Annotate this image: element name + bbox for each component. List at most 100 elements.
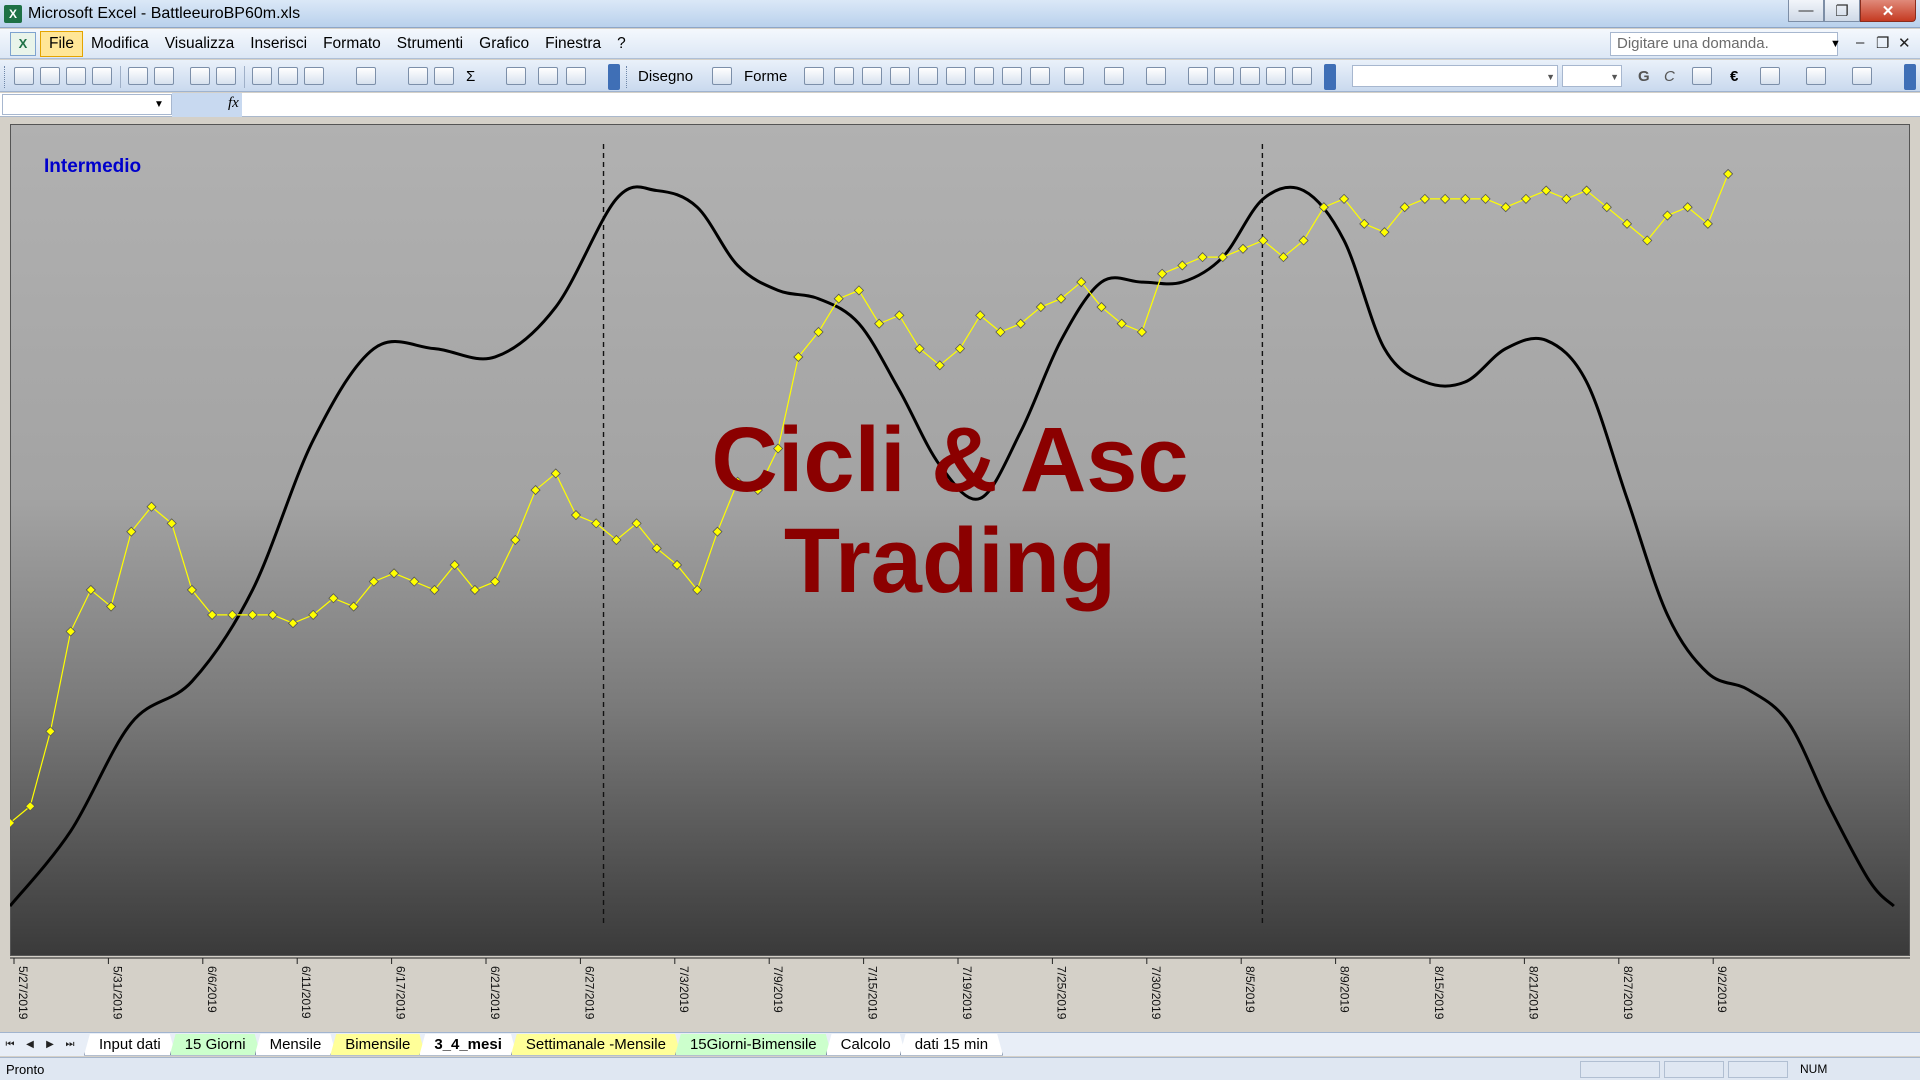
shadow-icon[interactable] xyxy=(1266,67,1286,85)
print-preview-icon[interactable] xyxy=(154,67,174,85)
sheet-tab[interactable]: 15Giorni-Bimensile xyxy=(675,1034,832,1056)
price-point xyxy=(1177,260,1188,271)
drawing-menu[interactable]: Disegno xyxy=(638,68,693,85)
save-icon[interactable] xyxy=(66,67,86,85)
picture-icon[interactable] xyxy=(1030,67,1050,85)
toolbar-grip[interactable] xyxy=(626,66,629,88)
dash-style-icon[interactable] xyxy=(1214,67,1234,85)
menu-help[interactable]: ? xyxy=(609,32,634,56)
menu-inserisci[interactable]: Inserisci xyxy=(242,32,315,56)
clipart-icon[interactable] xyxy=(1002,67,1022,85)
menu-grafico[interactable]: Grafico xyxy=(471,32,537,56)
rectangle-icon[interactable] xyxy=(862,67,882,85)
menu-finestra[interactable]: Finestra xyxy=(537,32,609,56)
research-icon[interactable] xyxy=(216,67,236,85)
3d-icon[interactable] xyxy=(1292,67,1312,85)
open-icon[interactable] xyxy=(40,67,60,85)
menu-visualizza[interactable]: Visualizza xyxy=(157,32,243,56)
doc-close-button[interactable]: ✕ xyxy=(1898,34,1911,52)
chevron-down-icon[interactable]: ▼ xyxy=(154,99,164,110)
help-icon[interactable] xyxy=(566,67,586,85)
minimize-button[interactable]: — xyxy=(1788,0,1824,22)
x-tick-label: 5/27/2019 xyxy=(16,966,30,1020)
price-point xyxy=(853,285,865,296)
price-point xyxy=(287,618,299,629)
workbook-icon[interactable]: X xyxy=(10,31,36,56)
borders-icon[interactable] xyxy=(1760,67,1780,85)
doc-minimize-button[interactable]: – xyxy=(1856,34,1864,51)
chart-wizard-icon[interactable] xyxy=(538,67,558,85)
toolbar-options-icon[interactable] xyxy=(608,64,620,90)
fill-color-icon[interactable] xyxy=(1064,67,1084,85)
chevron-down-icon[interactable]: ▼ xyxy=(1830,38,1841,50)
sheet-tab[interactable]: 15 Giorni xyxy=(170,1034,261,1056)
toolbar-options-icon[interactable] xyxy=(1324,64,1336,90)
name-box[interactable] xyxy=(2,94,172,115)
print-icon[interactable] xyxy=(128,67,148,85)
sigma-icon[interactable]: Σ xyxy=(466,68,475,85)
price-point xyxy=(1520,193,1532,204)
arrow-icon[interactable] xyxy=(834,67,854,85)
cut-icon[interactable] xyxy=(252,67,272,85)
price-point xyxy=(1136,326,1147,338)
font-name-select[interactable]: ▼ xyxy=(1352,65,1558,87)
menu-formato[interactable]: Formato xyxy=(315,32,389,56)
italic-icon[interactable]: C xyxy=(1664,68,1675,85)
align-center-icon[interactable] xyxy=(1692,67,1712,85)
chart[interactable]: Cicli & AscTrading Intermedio 5/27/2019 5/3… xyxy=(10,124,1910,1032)
wordart-icon[interactable] xyxy=(946,67,966,85)
shapes-menu[interactable]: Forme xyxy=(744,68,787,85)
sheet-tab[interactable]: Input dati xyxy=(84,1034,176,1056)
textbox-icon[interactable] xyxy=(918,67,938,85)
line-style-icon[interactable] xyxy=(1188,67,1208,85)
price-point xyxy=(1237,243,1249,254)
toolbar-options-icon[interactable] xyxy=(1904,64,1916,90)
sheet-tab[interactable]: dati 15 min xyxy=(900,1034,1003,1056)
sheet-tab[interactable]: Calcolo xyxy=(826,1034,906,1056)
line-icon[interactable] xyxy=(804,67,824,85)
new-icon[interactable] xyxy=(14,67,34,85)
menu-strumenti[interactable]: Strumenti xyxy=(389,32,471,56)
font-color-icon[interactable] xyxy=(1852,67,1872,85)
spelling-icon[interactable] xyxy=(190,67,210,85)
fill-color-icon[interactable] xyxy=(1806,67,1826,85)
font-size-select[interactable]: ▼ xyxy=(1562,65,1622,87)
x-tick-label: 9/2/2019 xyxy=(1715,966,1729,1013)
permission-icon[interactable] xyxy=(92,67,112,85)
font-color-icon[interactable] xyxy=(1146,67,1166,85)
price-point xyxy=(894,310,905,321)
sheet-tab[interactable]: Settimanale -Mensile xyxy=(511,1034,681,1056)
line-color-icon[interactable] xyxy=(1104,67,1124,85)
menu-file[interactable]: File xyxy=(40,30,83,57)
last-sheet-icon[interactable]: ⏭ xyxy=(60,1039,80,1050)
price-point xyxy=(1561,193,1572,204)
restore-button[interactable]: ❐ xyxy=(1824,0,1860,22)
sheet-tab[interactable]: 3_4_mesi xyxy=(419,1034,517,1056)
close-button[interactable]: ✕ xyxy=(1860,0,1916,22)
x-tick-label: 8/9/2019 xyxy=(1338,966,1352,1013)
arrow-style-icon[interactable] xyxy=(1240,67,1260,85)
doc-restore-button[interactable]: ❐ xyxy=(1876,34,1889,52)
help-question-input[interactable]: Digitare una domanda. xyxy=(1610,32,1838,56)
sheet-tab[interactable]: Bimensile xyxy=(330,1034,425,1056)
next-sheet-icon[interactable]: ▶ xyxy=(40,1039,60,1050)
diagram-icon[interactable] xyxy=(974,67,994,85)
toolbar-grip[interactable] xyxy=(4,66,7,88)
fx-icon[interactable]: fx xyxy=(228,95,239,112)
sort-icon[interactable] xyxy=(506,67,526,85)
hyperlink-icon[interactable] xyxy=(408,67,428,85)
select-pointer-icon[interactable] xyxy=(712,67,732,85)
sheet-tab[interactable]: Mensile xyxy=(255,1034,337,1056)
bold-icon[interactable]: G xyxy=(1638,68,1650,85)
undo-icon[interactable] xyxy=(356,67,376,85)
excel-icon[interactable]: X xyxy=(4,4,22,23)
price-point xyxy=(1419,193,1430,204)
autosum-icon[interactable] xyxy=(434,67,454,85)
copy-icon[interactable] xyxy=(278,67,298,85)
first-sheet-icon[interactable]: ⏮ xyxy=(0,1039,20,1050)
prev-sheet-icon[interactable]: ◀ xyxy=(20,1039,40,1050)
euro-icon[interactable]: € xyxy=(1730,68,1738,85)
menu-modifica[interactable]: Modifica xyxy=(83,32,157,56)
paste-icon[interactable] xyxy=(304,67,324,85)
ellipse-icon[interactable] xyxy=(890,67,910,85)
